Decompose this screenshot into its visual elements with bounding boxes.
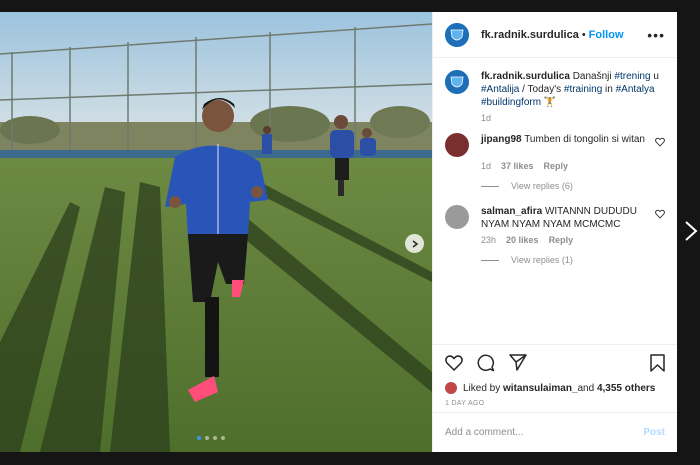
comment-time[interactable]: 1d	[481, 161, 491, 171]
comment-text: salman_afira WITANNN DUDUDU NYAM NYAM NY…	[481, 205, 649, 231]
carousel-dot	[205, 436, 209, 440]
hashtag-link[interactable]: #trening	[614, 71, 650, 82]
comment-likes[interactable]: 20 likes	[506, 235, 539, 245]
hashtag-link[interactable]: #Antalija	[481, 84, 519, 95]
comment-time[interactable]: 23h	[481, 235, 496, 245]
post-side-panel: fk.radnik.surdulica • Follow ••• fk.radn…	[432, 12, 677, 452]
view-replies-label: View replies (1)	[511, 255, 573, 265]
comment-input[interactable]	[445, 427, 644, 438]
post-actions	[433, 344, 677, 380]
heart-outline-icon[interactable]	[655, 209, 665, 219]
carousel-next-button[interactable]	[405, 234, 424, 253]
view-replies-label: View replies (6)	[511, 181, 573, 191]
post-header: fk.radnik.surdulica • Follow •••	[433, 12, 677, 58]
next-post-arrow-icon[interactable]	[683, 220, 699, 242]
caption-time[interactable]: 1d	[481, 113, 491, 123]
comment-username[interactable]: salman_afira	[481, 206, 542, 217]
hashtag-link[interactable]: #training	[564, 84, 602, 95]
add-comment-bar: Post	[433, 412, 677, 452]
post-comment-button[interactable]: Post	[643, 427, 665, 438]
comment-item: jipang98 Tumben di tongolin si witan	[445, 133, 665, 157]
training-photo-image	[0, 12, 432, 452]
liker-avatar[interactable]	[445, 382, 457, 394]
caption: fk.radnik.surdulica Današnji #trening u …	[445, 70, 665, 109]
liked-by-others[interactable]: 4,355 others	[597, 383, 655, 394]
caption-fragment: Današnji	[572, 71, 615, 82]
comment-meta: 23h 20 likes Reply	[481, 235, 665, 245]
liked-by-prefix: Liked by	[463, 382, 501, 394]
replies-divider	[481, 185, 499, 187]
liked-by-and: and	[577, 382, 595, 394]
comment-item: salman_afira WITANNN DUDUDU NYAM NYAM NY…	[445, 205, 665, 231]
carousel-dot	[213, 436, 217, 440]
follow-button[interactable]: Follow	[589, 29, 624, 41]
reply-button[interactable]: Reply	[549, 235, 574, 245]
header-separator: •	[581, 28, 586, 41]
post-photo	[0, 12, 432, 452]
commenter-avatar[interactable]	[445, 133, 469, 157]
more-horizontal-icon[interactable]: •••	[647, 27, 665, 43]
comment-text: jipang98 Tumben di tongolin si witan	[481, 133, 649, 146]
caption-username[interactable]: fk.radnik.surdulica	[481, 71, 570, 82]
commenter-avatar[interactable]	[445, 205, 469, 229]
carousel-dot	[197, 436, 201, 440]
post-timestamp[interactable]: 1 DAY AGO	[433, 396, 677, 412]
comment-likes[interactable]: 37 likes	[501, 161, 534, 171]
hashtag-link[interactable]: #Antalya	[616, 84, 655, 95]
comment-body: Tumben di tongolin si witan	[524, 134, 645, 145]
comment-username[interactable]: jipang98	[481, 134, 522, 145]
caption-fragment: 🏋	[541, 97, 557, 108]
view-replies-button[interactable]: View replies (1)	[481, 255, 665, 265]
liked-by-row: Liked by witansulaiman_ and 4,355 others	[433, 380, 677, 396]
comments-list: fk.radnik.surdulica Današnji #trening u …	[433, 58, 677, 344]
reply-button[interactable]: Reply	[544, 161, 569, 171]
carousel-dots	[197, 436, 225, 440]
carousel-dot	[221, 436, 225, 440]
caption-avatar[interactable]	[445, 70, 469, 94]
comment-meta: 1d 37 likes Reply	[481, 161, 665, 171]
caption-text: fk.radnik.surdulica Današnji #trening u …	[481, 70, 665, 109]
caption-fragment: / Today's	[519, 84, 564, 95]
account-avatar[interactable]	[445, 22, 469, 47]
heart-outline-icon[interactable]	[655, 137, 665, 147]
view-replies-button[interactable]: View replies (6)	[481, 181, 665, 191]
caption-fragment: u	[650, 71, 659, 82]
caption-fragment: in	[602, 84, 616, 95]
club-crest-icon	[445, 70, 469, 94]
chevron-right-icon	[412, 239, 418, 248]
replies-divider	[481, 259, 499, 261]
like-heart-icon[interactable]	[445, 354, 463, 371]
hashtag-link[interactable]: #buildingform	[481, 97, 541, 108]
account-username[interactable]: fk.radnik.surdulica	[481, 29, 579, 41]
club-crest-icon	[445, 22, 469, 47]
post-modal: fk.radnik.surdulica • Follow ••• fk.radn…	[0, 12, 677, 452]
caption-meta: 1d	[481, 113, 665, 123]
liked-by-user[interactable]: witansulaiman_	[503, 383, 577, 394]
comment-bubble-icon[interactable]	[477, 354, 495, 372]
bookmark-save-icon[interactable]	[650, 353, 665, 372]
share-paper-plane-icon[interactable]	[509, 354, 527, 371]
